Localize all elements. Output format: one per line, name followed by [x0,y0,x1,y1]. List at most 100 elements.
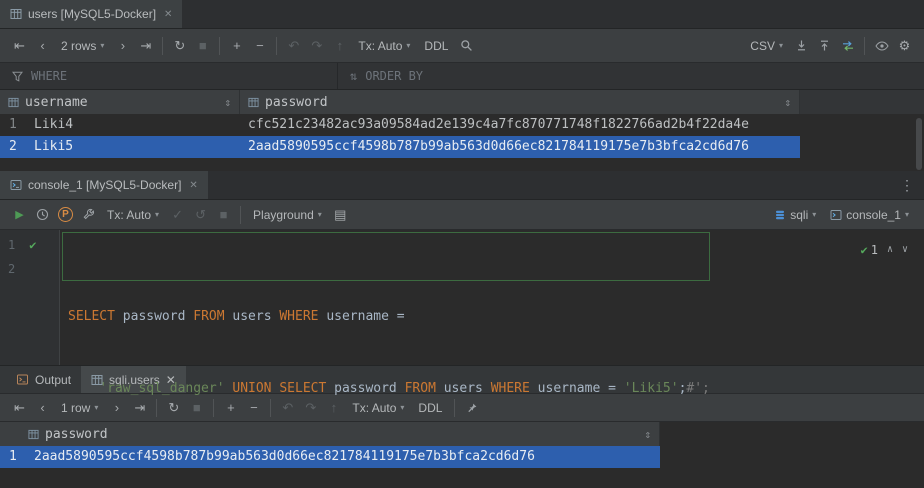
column-header-username[interactable]: username ⇕ [0,90,240,114]
last-page-button[interactable]: ⇥ [134,35,157,57]
ddl-button[interactable]: DDL [417,35,455,57]
cell-username[interactable]: Liki4 [28,114,240,136]
inspections-widget[interactable]: ✔ 1 ∧ ∨ [860,238,908,262]
sql-token: SELECT [279,381,326,396]
cell-username[interactable]: Liki5 [28,136,240,158]
query-history-clock-icon[interactable] [31,204,54,226]
sql-token: #'; [686,381,709,396]
toolbar-separator [276,37,277,55]
table-grid-icon [10,8,22,20]
close-icon[interactable]: ✕ [189,180,197,191]
cell-password[interactable]: 2aad5890595ccf4598b787b99ab563d0d66ec821… [240,136,800,158]
column-icon [248,97,259,108]
search-icon-button[interactable] [455,35,478,57]
playground-label: Playground [253,208,314,222]
table-row[interactable]: 1 Liki4 cfc521c23482ac93a09584ad2e139c4a… [0,114,924,136]
sql-token: WHERE [279,309,318,324]
stop-button[interactable]: ■ [212,204,235,226]
sql-token [68,381,99,396]
console-selector-dropdown[interactable]: console_1 ▾ [823,204,916,226]
redo-button[interactable]: ↷ [305,35,328,57]
export-format-label: CSV [750,39,775,53]
inspections-count: 1 [871,238,878,262]
sort-toggle-icon[interactable]: ⇕ [784,96,791,109]
column-icon [28,429,39,440]
sql-token: FROM [193,309,224,324]
p-badge-icon[interactable]: P [54,204,77,226]
playground-mode-dropdown[interactable]: Playground▾ [246,204,329,226]
editor-gutter: 1 ✔ 2 [0,230,60,365]
execute-button[interactable]: ▶ [8,204,31,226]
column-header-password[interactable]: password ⇕ [240,90,800,114]
chevron-down-icon: ▾ [779,41,783,50]
sql-token: users [225,309,280,324]
export-format-dropdown[interactable]: CSV ▾ [743,35,790,57]
code-editing-area[interactable]: SELECT password FROM users WHERE usernam… [60,230,924,365]
order-by-input[interactable]: ⇅ ORDER BY [338,63,423,89]
sql-token: WHERE [491,381,530,396]
vertical-scrollbar[interactable] [916,118,922,170]
tab-users-table[interactable]: users [MySQL5-Docker] ✕ [0,0,182,28]
undo-button[interactable]: ↶ [282,35,305,57]
table-row-selected[interactable]: 2 Liki5 2aad5890595ccf4598b787b99ab563d0… [0,136,924,158]
schema-name-label: sqli [790,208,808,222]
console-file-icon [10,179,22,191]
add-row-button[interactable]: + [225,35,248,57]
toolbar-separator [864,37,865,55]
page-size-dropdown[interactable]: 2 rows▾ [54,35,111,57]
row-number: 1 [0,114,28,136]
delete-row-button[interactable]: − [248,35,271,57]
tx-mode-dropdown[interactable]: Tx: Auto▾ [351,35,417,57]
close-icon[interactable]: ✕ [164,9,172,20]
results-empty-area [0,468,924,488]
schema-selector-dropdown[interactable]: sqli ▾ [767,204,823,226]
top-grid-toolbar: ⇤ ‹ 2 rows▾ › ⇥ ↻ ■ + − ↶ ↷ ↑ Tx: Auto▾ … [0,29,924,63]
executed-statement-frame [62,232,710,281]
stop-button[interactable]: ■ [191,35,214,57]
rollback-button[interactable]: ↺ [189,204,212,226]
top-grid-header: username ⇕ password ⇕ [0,90,924,114]
chevron-down-icon: ▾ [812,210,816,219]
where-filter-input[interactable]: WHERE [0,63,338,89]
order-by-placeholder: ORDER BY [365,69,423,83]
previous-problem-icon[interactable]: ∧ [887,238,893,262]
next-page-button[interactable]: › [111,35,134,57]
more-options-kebab-icon[interactable]: ⋮ [900,177,914,194]
grid-empty-area [0,158,924,171]
settings-gear-icon[interactable]: ⚙ [893,35,916,57]
line-number: 2 [8,262,15,276]
sql-token: 'raw_sql_danger' [99,381,224,396]
tab-console-1[interactable]: console_1 [MySQL5-Docker] ✕ [0,171,208,199]
sort-toggle-icon[interactable]: ⇕ [224,96,231,109]
previous-page-button[interactable]: ‹ [31,35,54,57]
previous-page-button[interactable]: ‹ [31,397,54,419]
reload-data-button[interactable]: ↻ [168,35,191,57]
statement-success-check-icon[interactable]: ✔ [29,238,36,252]
sql-token: SELECT [68,309,115,324]
line-number: 1 [8,238,15,252]
chevron-down-icon: ▾ [905,210,909,219]
column-label: password [265,95,328,110]
tx-mode-dropdown[interactable]: Tx: Auto▾ [100,204,166,226]
commit-button[interactable]: ✓ [166,204,189,226]
sql-token: password [326,381,404,396]
next-problem-icon[interactable]: ∨ [902,238,908,262]
code-line-1[interactable]: SELECT password FROM users WHERE usernam… [68,305,924,329]
submit-changes-button[interactable]: ↑ [328,35,351,57]
row-number: 2 [0,136,28,158]
view-options-eye-icon[interactable] [870,35,893,57]
code-line-2[interactable]: 'raw_sql_danger' UNION SELECT password F… [68,377,924,401]
wrench-settings-icon[interactable] [77,204,100,226]
database-ide-window: users [MySQL5-Docker] ✕ ⇤ ‹ 2 rows▾ › ⇥ … [0,0,924,488]
compare-sync-icon[interactable] [836,35,859,57]
grid-filter-bar: WHERE ⇅ ORDER BY [0,63,924,90]
first-page-button[interactable]: ⇤ [8,397,31,419]
import-data-icon[interactable] [813,35,836,57]
tab-label: Output [35,373,71,387]
cell-password[interactable]: cfc521c23482ac93a09584ad2e139c4a7fc87077… [240,114,800,136]
export-data-icon[interactable] [790,35,813,57]
in-editor-results-icon[interactable]: ▤ [329,204,352,226]
chevron-down-icon: ▾ [406,41,410,50]
first-page-button[interactable]: ⇤ [8,35,31,57]
sql-token: 'Liki5' [624,381,679,396]
